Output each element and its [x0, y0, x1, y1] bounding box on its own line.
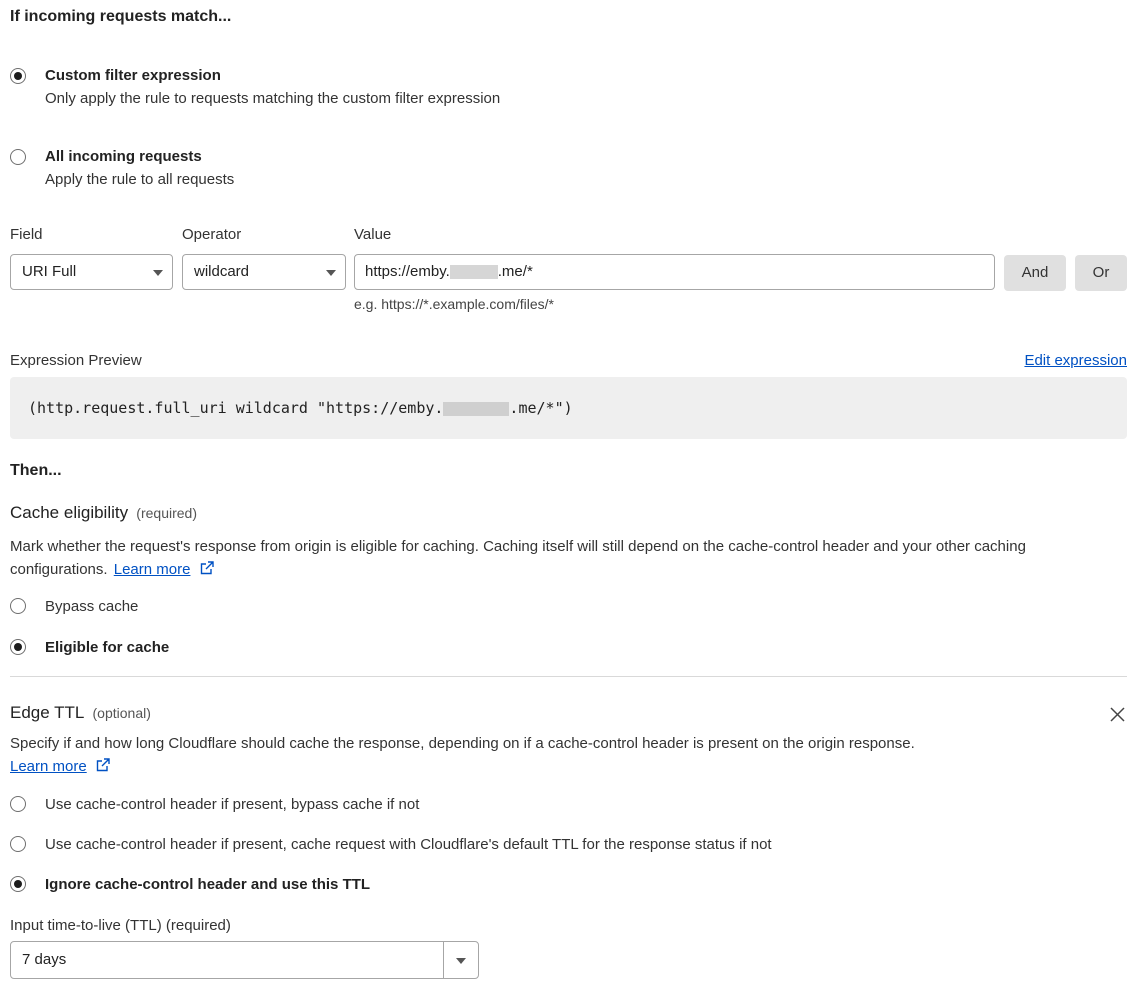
- match-heading: If incoming requests match...: [10, 8, 232, 25]
- eligible-for-cache-label[interactable]: Eligible for cache: [45, 639, 169, 656]
- cache-eligibility-title: Cache eligibility: [10, 503, 129, 522]
- field-label: Field: [10, 226, 43, 243]
- custom-filter-title[interactable]: Custom filter expression: [45, 67, 221, 84]
- bypass-cache-radio[interactable]: [10, 598, 26, 614]
- ttl-input-label: Input time-to-live (TTL) (required): [10, 917, 231, 934]
- redacted-block: [449, 265, 498, 280]
- edge-ttl-learn-more-link[interactable]: Learn more: [10, 758, 87, 775]
- chevron-down-icon[interactable]: [456, 958, 466, 964]
- value-hint: e.g. https://*.example.com/files/*: [354, 296, 554, 312]
- ttl-option-ignore-label[interactable]: Ignore cache-control header and use this…: [45, 876, 370, 893]
- edge-ttl-description: Specify if and how long Cloudflare shoul…: [10, 735, 915, 752]
- edge-ttl-qualifier: (optional): [92, 705, 151, 721]
- value-suffix: .me/*: [497, 263, 533, 280]
- edit-expression-link[interactable]: Edit expression: [1024, 352, 1127, 369]
- redacted-block: [443, 401, 510, 416]
- ttl-option-default-label[interactable]: Use cache-control header if present, cac…: [45, 836, 772, 853]
- edge-ttl-learn-more-row: Learn more: [10, 755, 111, 778]
- custom-filter-radio[interactable]: [10, 68, 26, 84]
- all-requests-radio[interactable]: [10, 149, 26, 165]
- value-prefix: https://emby.: [365, 263, 450, 280]
- cache-eligibility-learn-more-link[interactable]: Learn more: [114, 561, 191, 578]
- ttl-option-bypass-label[interactable]: Use cache-control header if present, byp…: [45, 796, 419, 813]
- field-select[interactable]: URI Full: [10, 254, 173, 290]
- then-heading: Then...: [10, 462, 62, 479]
- operator-select-value: wildcard: [194, 263, 250, 280]
- chevron-down-icon: [326, 270, 336, 276]
- or-button[interactable]: Or: [1075, 255, 1127, 291]
- operator-select[interactable]: wildcard: [182, 254, 346, 290]
- expression-preview-box: (http.request.full_uri wildcard "https:/…: [10, 377, 1127, 439]
- edge-ttl-title: Edge TTL: [10, 703, 85, 722]
- edge-ttl-description-block: Specify if and how long Cloudflare shoul…: [10, 732, 1090, 755]
- all-requests-title[interactable]: All incoming requests: [45, 148, 202, 165]
- ttl-select-value: 7 days: [22, 951, 67, 968]
- chevron-down-icon: [153, 270, 163, 276]
- external-link-icon[interactable]: [95, 757, 111, 773]
- cache-eligibility-qualifier: (required): [136, 505, 197, 521]
- field-select-value: URI Full: [22, 263, 77, 280]
- bypass-cache-label[interactable]: Bypass cache: [45, 598, 138, 615]
- ttl-select[interactable]: 7 days: [10, 941, 479, 979]
- cache-eligibility-description-block: Mark whether the request's response from…: [10, 535, 1090, 581]
- all-requests-description: Apply the rule to all requests: [45, 171, 235, 188]
- expression-code-prefix: (http.request.full_uri wildcard "https:/…: [28, 399, 444, 417]
- cache-eligibility-header: Cache eligibility (required): [10, 503, 197, 523]
- edge-ttl-header: Edge TTL (optional): [10, 703, 151, 723]
- ttl-option-default-radio[interactable]: [10, 836, 26, 852]
- external-link-icon[interactable]: [199, 560, 215, 576]
- ttl-select-separator: [443, 942, 444, 978]
- expression-preview-label: Expression Preview: [10, 352, 142, 369]
- ttl-option-bypass-radio[interactable]: [10, 796, 26, 812]
- value-input[interactable]: https://emby. .me/*: [354, 254, 995, 290]
- operator-label: Operator: [182, 226, 242, 243]
- and-button[interactable]: And: [1004, 255, 1066, 291]
- expression-code-suffix: .me/*"): [509, 399, 573, 417]
- custom-filter-description: Only apply the rule to requests matching…: [45, 90, 501, 107]
- section-divider: [10, 676, 1127, 677]
- close-icon[interactable]: [1110, 707, 1125, 722]
- value-label: Value: [354, 226, 392, 243]
- ttl-option-ignore-radio[interactable]: [10, 876, 26, 892]
- eligible-for-cache-radio[interactable]: [10, 639, 26, 655]
